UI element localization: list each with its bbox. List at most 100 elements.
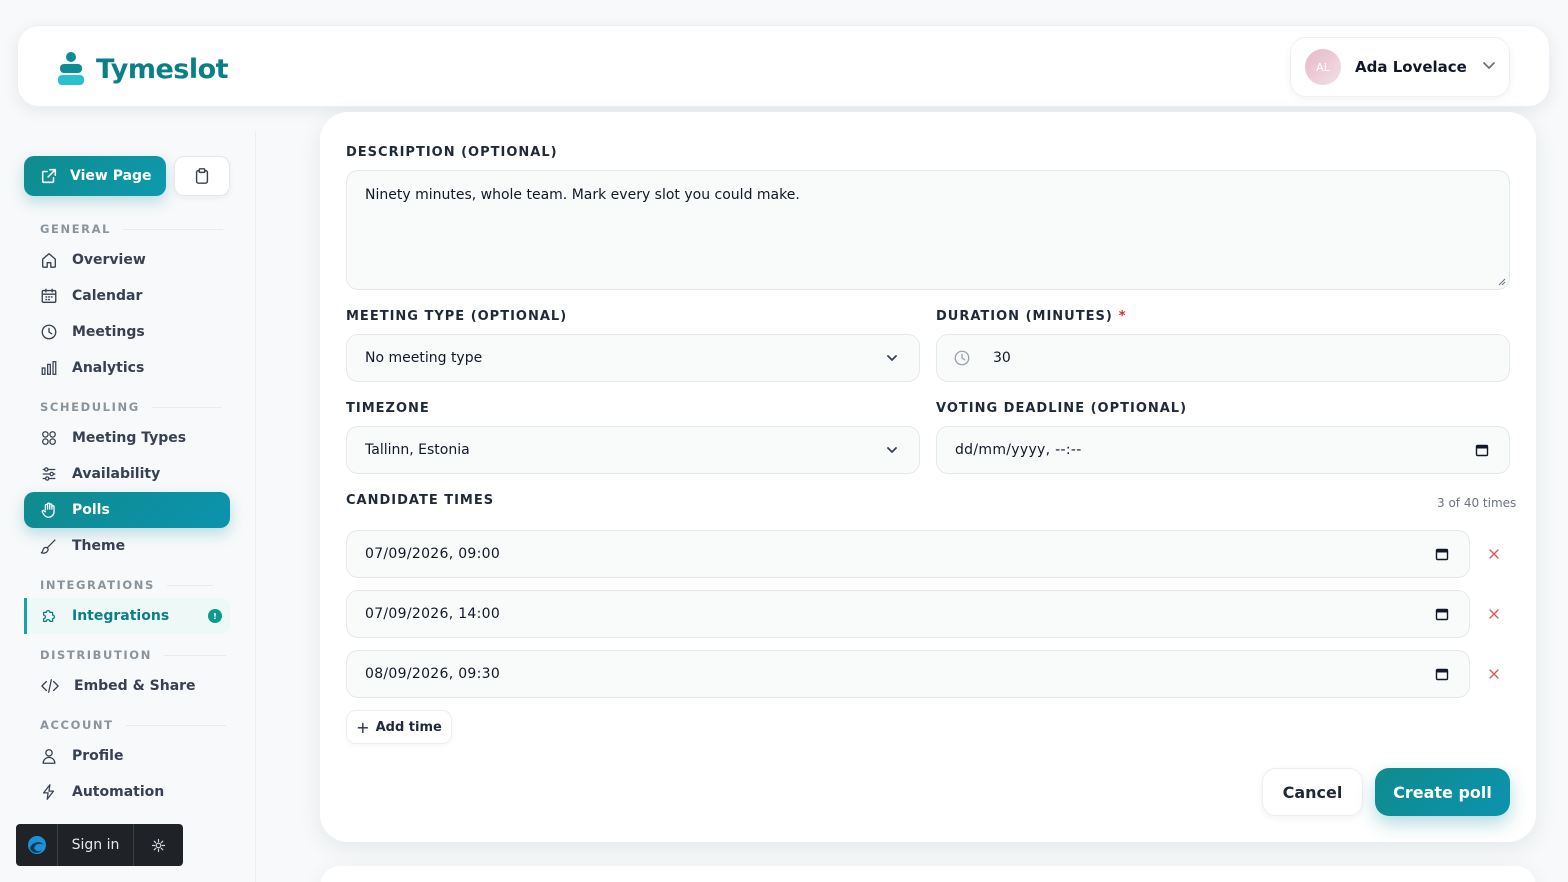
duration-value: 30 bbox=[993, 350, 1011, 366]
sidebar-item-profile[interactable]: Profile bbox=[24, 738, 230, 774]
chevron-down-icon bbox=[887, 355, 897, 361]
calendar-icon[interactable] bbox=[1475, 443, 1489, 457]
brush-icon bbox=[40, 539, 56, 554]
meeting-type-value: No meeting type bbox=[365, 350, 483, 366]
chevron-down-icon bbox=[887, 447, 897, 453]
home-icon bbox=[42, 253, 56, 268]
close-icon bbox=[1489, 549, 1499, 559]
close-icon bbox=[1489, 669, 1499, 679]
view-page-button[interactable]: View Page bbox=[24, 156, 166, 196]
deadline-label: VOTING DEADLINE (OPTIONAL) bbox=[936, 401, 1188, 416]
candidate-time-input[interactable]: 07/09/2026, 09:00 bbox=[346, 530, 1470, 578]
plus-icon: + bbox=[356, 717, 370, 737]
description-textarea[interactable]: Ninety minutes, whole team. Mark every s… bbox=[346, 170, 1510, 290]
candidate-times-label: CANDIDATE TIMES bbox=[346, 493, 495, 508]
section-distribution: DISTRIBUTION bbox=[40, 648, 226, 662]
calendar-icon bbox=[41, 288, 57, 303]
top-bar: Tymeslot AL Ada Lovelace bbox=[17, 25, 1550, 107]
add-time-label: Add time bbox=[375, 719, 442, 735]
calendar-icon[interactable] bbox=[1435, 547, 1449, 561]
sidebar-item-label: Profile bbox=[72, 748, 124, 764]
sidebar-item-meeting-types[interactable]: Meeting Types bbox=[24, 420, 230, 456]
secondary-card bbox=[320, 866, 1536, 882]
sidebar-item-availability[interactable]: Availability bbox=[24, 456, 230, 492]
sign-in-widget: Sign in bbox=[16, 824, 183, 866]
user-name: Ada Lovelace bbox=[1355, 58, 1467, 76]
sidebar-item-label: Calendar bbox=[72, 288, 143, 304]
sidebar-item-overview[interactable]: Overview bbox=[24, 242, 230, 278]
remove-time-button[interactable] bbox=[1486, 666, 1502, 682]
deadline-placeholder: dd/mm/yyyy, --:-- bbox=[955, 442, 1082, 458]
sidebar-item-label: Automation bbox=[72, 784, 165, 800]
section-integrations: INTEGRATIONS bbox=[40, 578, 213, 592]
copy-link-button[interactable] bbox=[174, 156, 230, 196]
sidebar-item-embed-share[interactable]: Embed & Share bbox=[24, 668, 230, 704]
calendar-icon[interactable] bbox=[1435, 607, 1449, 621]
calendar-icon[interactable] bbox=[1435, 667, 1449, 681]
timezone-label: TIMEZONE bbox=[346, 401, 430, 416]
puzzle-icon bbox=[42, 609, 56, 623]
view-page-label: View Page bbox=[70, 168, 152, 184]
candidate-time-value: 08/09/2026, 09:30 bbox=[365, 666, 501, 682]
candidate-time-input[interactable]: 07/09/2026, 14:00 bbox=[346, 590, 1470, 638]
sidebar-item-label: Availability bbox=[72, 466, 161, 482]
sidebar-item-calendar[interactable]: Calendar bbox=[24, 278, 230, 314]
clock-icon bbox=[41, 324, 57, 340]
sidebar-item-label: Polls bbox=[72, 502, 110, 518]
create-poll-button[interactable]: Create poll bbox=[1375, 768, 1510, 816]
duration-input[interactable]: 30 bbox=[936, 334, 1510, 382]
grid-icon bbox=[42, 431, 56, 445]
user-menu-button[interactable]: AL Ada Lovelace bbox=[1290, 37, 1510, 97]
cancel-button[interactable]: Cancel bbox=[1262, 768, 1363, 816]
close-icon bbox=[1489, 609, 1499, 619]
sidebar-item-meetings[interactable]: Meetings bbox=[24, 314, 230, 350]
candidate-time-input[interactable]: 08/09/2026, 09:30 bbox=[346, 650, 1470, 698]
sign-in-button[interactable]: Sign in bbox=[58, 837, 133, 853]
candidate-count: 3 of 40 times bbox=[1437, 496, 1517, 510]
section-scheduling: SCHEDULING bbox=[40, 400, 222, 414]
remove-time-button[interactable] bbox=[1486, 546, 1502, 562]
gear-icon[interactable] bbox=[133, 824, 183, 866]
sidebar-item-label: Integrations bbox=[72, 608, 170, 624]
description-label: DESCRIPTION (OPTIONAL) bbox=[346, 145, 558, 160]
sidebar-item-polls[interactable]: Polls bbox=[24, 492, 230, 528]
sidebar: View Page GENERAL Overview Calendar Meet… bbox=[0, 132, 256, 882]
sidebar-item-label: Embed & Share bbox=[74, 678, 196, 694]
sidebar-item-automation[interactable]: Automation bbox=[24, 774, 230, 810]
sidebar-item-label: Meeting Types bbox=[72, 430, 187, 446]
duration-label-text: DURATION (MINUTES) bbox=[936, 309, 1113, 324]
remove-time-button[interactable] bbox=[1486, 606, 1502, 622]
clipboard-icon bbox=[195, 168, 209, 184]
notification-badge: ! bbox=[208, 609, 222, 623]
sidebar-item-label: Theme bbox=[72, 538, 126, 554]
sidebar-item-label: Meetings bbox=[72, 324, 145, 340]
code-icon bbox=[41, 679, 59, 693]
description-value: Ninety minutes, whole team. Mark every s… bbox=[365, 187, 800, 203]
user-icon bbox=[42, 749, 56, 764]
sidebar-item-analytics[interactable]: Analytics bbox=[24, 350, 230, 386]
clock-icon bbox=[954, 350, 970, 366]
section-account: ACCOUNT bbox=[40, 718, 226, 732]
sidebar-item-label: Analytics bbox=[72, 360, 145, 376]
app-logo[interactable]: Tymeslot bbox=[58, 52, 229, 86]
required-marker: * bbox=[1118, 309, 1127, 324]
sidebar-item-label: Overview bbox=[72, 252, 146, 268]
candidate-time-value: 07/09/2026, 09:00 bbox=[365, 546, 501, 562]
meeting-type-label: MEETING TYPE (OPTIONAL) bbox=[346, 309, 568, 324]
browser-logo-icon[interactable] bbox=[16, 824, 58, 866]
deadline-input[interactable]: dd/mm/yyyy, --:-- bbox=[936, 426, 1510, 474]
timezone-value: Tallinn, Estonia bbox=[365, 442, 470, 458]
add-time-button[interactable]: + Add time bbox=[346, 710, 452, 744]
chevron-down-icon bbox=[1481, 57, 1497, 77]
sliders-icon bbox=[42, 467, 56, 481]
hand-icon bbox=[41, 502, 55, 518]
resize-handle-icon[interactable] bbox=[1496, 276, 1506, 286]
sidebar-item-theme[interactable]: Theme bbox=[24, 528, 230, 564]
external-link-icon bbox=[41, 168, 57, 184]
timezone-select[interactable]: Tallinn, Estonia bbox=[346, 426, 920, 474]
meeting-type-select[interactable]: No meeting type bbox=[346, 334, 920, 382]
logo-icon bbox=[58, 52, 84, 86]
avatar: AL bbox=[1305, 49, 1341, 85]
app-name: Tymeslot bbox=[96, 53, 229, 85]
sidebar-item-integrations[interactable]: Integrations ! bbox=[24, 598, 230, 634]
